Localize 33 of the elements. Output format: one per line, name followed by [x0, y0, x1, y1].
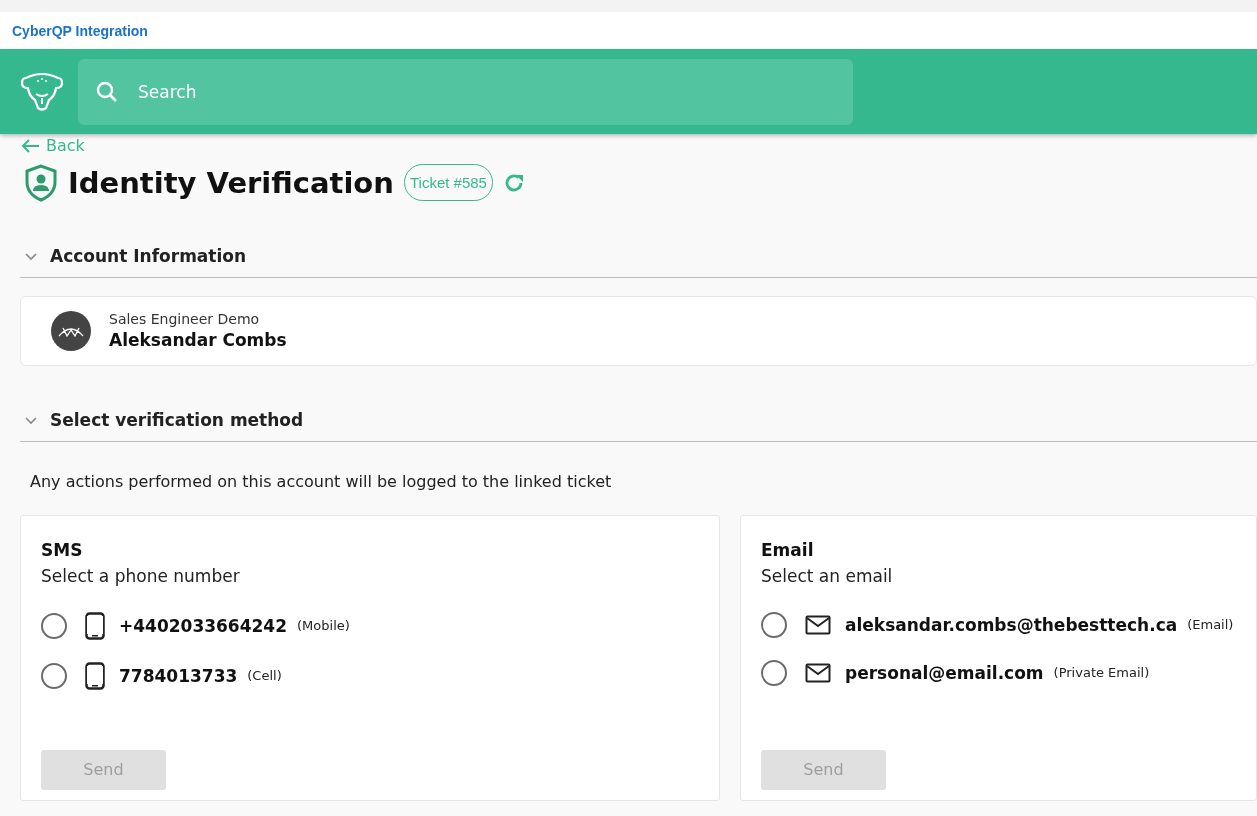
- section-header[interactable]: Account Information: [20, 245, 1257, 278]
- option-type: (Mobile): [297, 618, 350, 633]
- radio-button[interactable]: [761, 659, 787, 686]
- option-type: (Email): [1187, 617, 1234, 632]
- company-name: Sales Engineer Demo: [109, 311, 261, 327]
- phone-icon: [85, 661, 105, 690]
- back-link[interactable]: Back: [20, 136, 85, 155]
- section-header[interactable]: Select verification method: [20, 409, 1257, 442]
- method-title: Email: [761, 539, 815, 560]
- option-value: 7784013733: [119, 665, 238, 686]
- radio-button[interactable]: [761, 611, 787, 638]
- search-field[interactable]: Search: [78, 58, 853, 125]
- option-value: +4402033664242: [119, 615, 288, 636]
- mail-icon: [805, 614, 831, 635]
- company-logo-icon: [51, 310, 91, 351]
- option-value: personal@email.com: [845, 662, 1044, 683]
- page-title: Identity Verification: [68, 165, 394, 200]
- option-type: (Private Email): [1053, 665, 1150, 680]
- radio-button[interactable]: [41, 662, 67, 689]
- app-title: CyberQP Integration: [12, 22, 148, 39]
- option-value: aleksandar.combs@thebesttech.ca: [845, 614, 1178, 635]
- account-name: Aleksandar Combs: [109, 330, 287, 350]
- option-type: (Cell): [247, 668, 282, 683]
- method-subtitle: Select an email: [761, 565, 894, 586]
- notice-text: Any actions performed on this account will be logged to the linked ticket: [30, 471, 613, 491]
- phone-icon: [85, 611, 105, 640]
- method-title: SMS: [41, 539, 84, 560]
- arrow-left-icon: [20, 137, 40, 154]
- shield-user-icon: [24, 163, 58, 202]
- method-subtitle: Select a phone number: [41, 565, 241, 586]
- search-icon: [96, 80, 118, 103]
- radio-button[interactable]: [41, 612, 67, 639]
- mail-icon: [805, 662, 831, 683]
